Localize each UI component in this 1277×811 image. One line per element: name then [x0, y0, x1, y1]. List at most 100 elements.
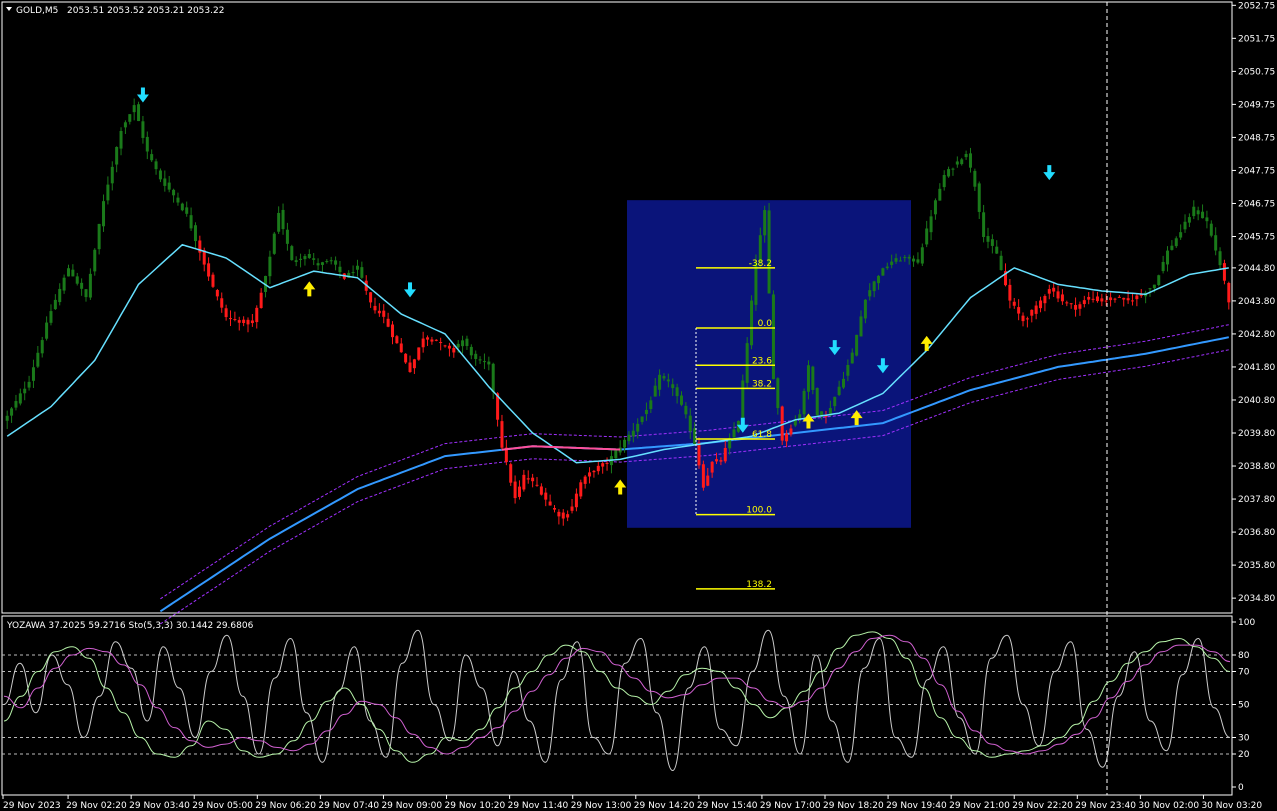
time-tick-label: 29 Nov 05:00 [192, 801, 253, 811]
bear-bar [1135, 295, 1139, 300]
bear-bar [430, 339, 434, 342]
bull-bar [990, 239, 994, 246]
bull-bar [316, 263, 320, 266]
bull-bar [62, 277, 66, 291]
oscillator-tick-label: 0 [1238, 783, 1244, 793]
bear-bar [426, 337, 430, 340]
bull-bar [863, 299, 867, 319]
bull-bar [907, 256, 911, 259]
bear-bar [215, 290, 219, 297]
bull-bar [999, 255, 1003, 271]
bull-bar [750, 300, 754, 346]
time-tick-label: 29 Nov 11:40 [508, 801, 569, 811]
bear-bar [259, 292, 263, 308]
bull-bar [180, 203, 184, 211]
bull-bar [675, 387, 679, 397]
price-tick-label: 2040.80 [1238, 396, 1275, 406]
bull-bar [763, 210, 767, 236]
bear-bar [228, 318, 232, 320]
bull-bar [898, 260, 902, 262]
bull-bar [671, 384, 675, 389]
bear-bar [1109, 297, 1113, 301]
bull-bar [955, 161, 959, 165]
bear-bar [544, 492, 548, 500]
fib-level-label: -38.2 [749, 259, 772, 269]
time-tick-label: 29 Nov 17:00 [760, 801, 821, 811]
bull-bar [268, 256, 272, 277]
bull-bar [176, 197, 180, 203]
bull-bar [115, 146, 119, 165]
bear-bar [1008, 284, 1012, 301]
bull-bar [45, 322, 49, 339]
bull-bar [23, 388, 27, 394]
bear-bar [701, 464, 705, 488]
bull-bar [881, 268, 885, 276]
bear-bar [369, 292, 373, 303]
bull-bar [995, 246, 999, 254]
bull-bar [281, 209, 285, 230]
bull-bar [877, 275, 881, 284]
bear-bar [535, 484, 539, 486]
bear-bar [1017, 307, 1021, 314]
bull-bar [855, 334, 859, 356]
bear-bar [404, 353, 408, 363]
bull-bar [1214, 235, 1218, 251]
bull-bar [290, 246, 294, 261]
bull-bar [841, 378, 845, 388]
price-tick-label: 2047.75 [1238, 166, 1275, 176]
bull-bar [334, 260, 338, 265]
bull-bar [80, 282, 84, 289]
bull-bar [163, 178, 167, 186]
oscillator-tick-label: 100 [1238, 618, 1255, 628]
bull-bar [49, 311, 53, 323]
bull-bar [360, 267, 364, 278]
bull-bar [649, 400, 653, 410]
bear-bar [596, 465, 600, 472]
bear-bar [377, 310, 381, 314]
bull-bar [71, 269, 75, 277]
bull-bar [10, 408, 14, 416]
bull-bar [1209, 223, 1213, 236]
time-tick-label: 29 Nov 06:20 [255, 801, 316, 811]
time-tick-label: 29 Nov 21:00 [949, 801, 1010, 811]
bear-bar [522, 474, 526, 490]
bear-bar [605, 462, 609, 464]
bear-bar [601, 463, 605, 467]
bull-bar [758, 235, 762, 262]
bear-bar [710, 461, 714, 473]
bull-bar [185, 207, 189, 214]
bear-bar [557, 511, 561, 517]
bear-bar [789, 428, 793, 435]
price-tick-label: 2046.75 [1238, 199, 1275, 209]
bull-bar [132, 105, 136, 113]
bear-bar [233, 318, 237, 320]
bull-bar [653, 385, 657, 397]
bull-bar [872, 281, 876, 292]
trading-chart[interactable]: -38.2 0.0 23.6 38.2 61.8 100.0 138.2 GOLD,M5 2… [0, 0, 1277, 811]
bear-bar [1091, 298, 1095, 300]
bear-bar [373, 305, 377, 311]
price-tick-label: 2041.80 [1238, 363, 1275, 373]
bull-bar [644, 409, 648, 415]
bull-bar [640, 416, 644, 423]
bull-bar [912, 258, 916, 262]
bear-bar [509, 464, 513, 483]
bear-bar [246, 319, 250, 325]
ohlc-values: 2053.51 2053.52 2053.21 2053.22 [67, 6, 224, 16]
bear-bar [570, 506, 574, 511]
bull-bar [31, 367, 35, 381]
bull-bar [27, 381, 31, 388]
bear-bar [439, 342, 443, 344]
bull-bar [968, 153, 972, 168]
bear-bar [513, 481, 517, 499]
bear-bar [531, 477, 535, 482]
bull-bar [14, 401, 18, 408]
time-tick-label: 29 Nov 02:20 [66, 801, 127, 811]
price-tick-label: 2051.75 [1238, 34, 1275, 44]
bear-bar [1065, 302, 1069, 304]
bull-bar [947, 169, 951, 177]
bear-bar [785, 433, 789, 442]
chart-header: GOLD,M5 2053.51 2053.52 2053.21 2053.22 [6, 6, 224, 16]
bull-bar [294, 260, 298, 263]
bull-bar [846, 364, 850, 376]
